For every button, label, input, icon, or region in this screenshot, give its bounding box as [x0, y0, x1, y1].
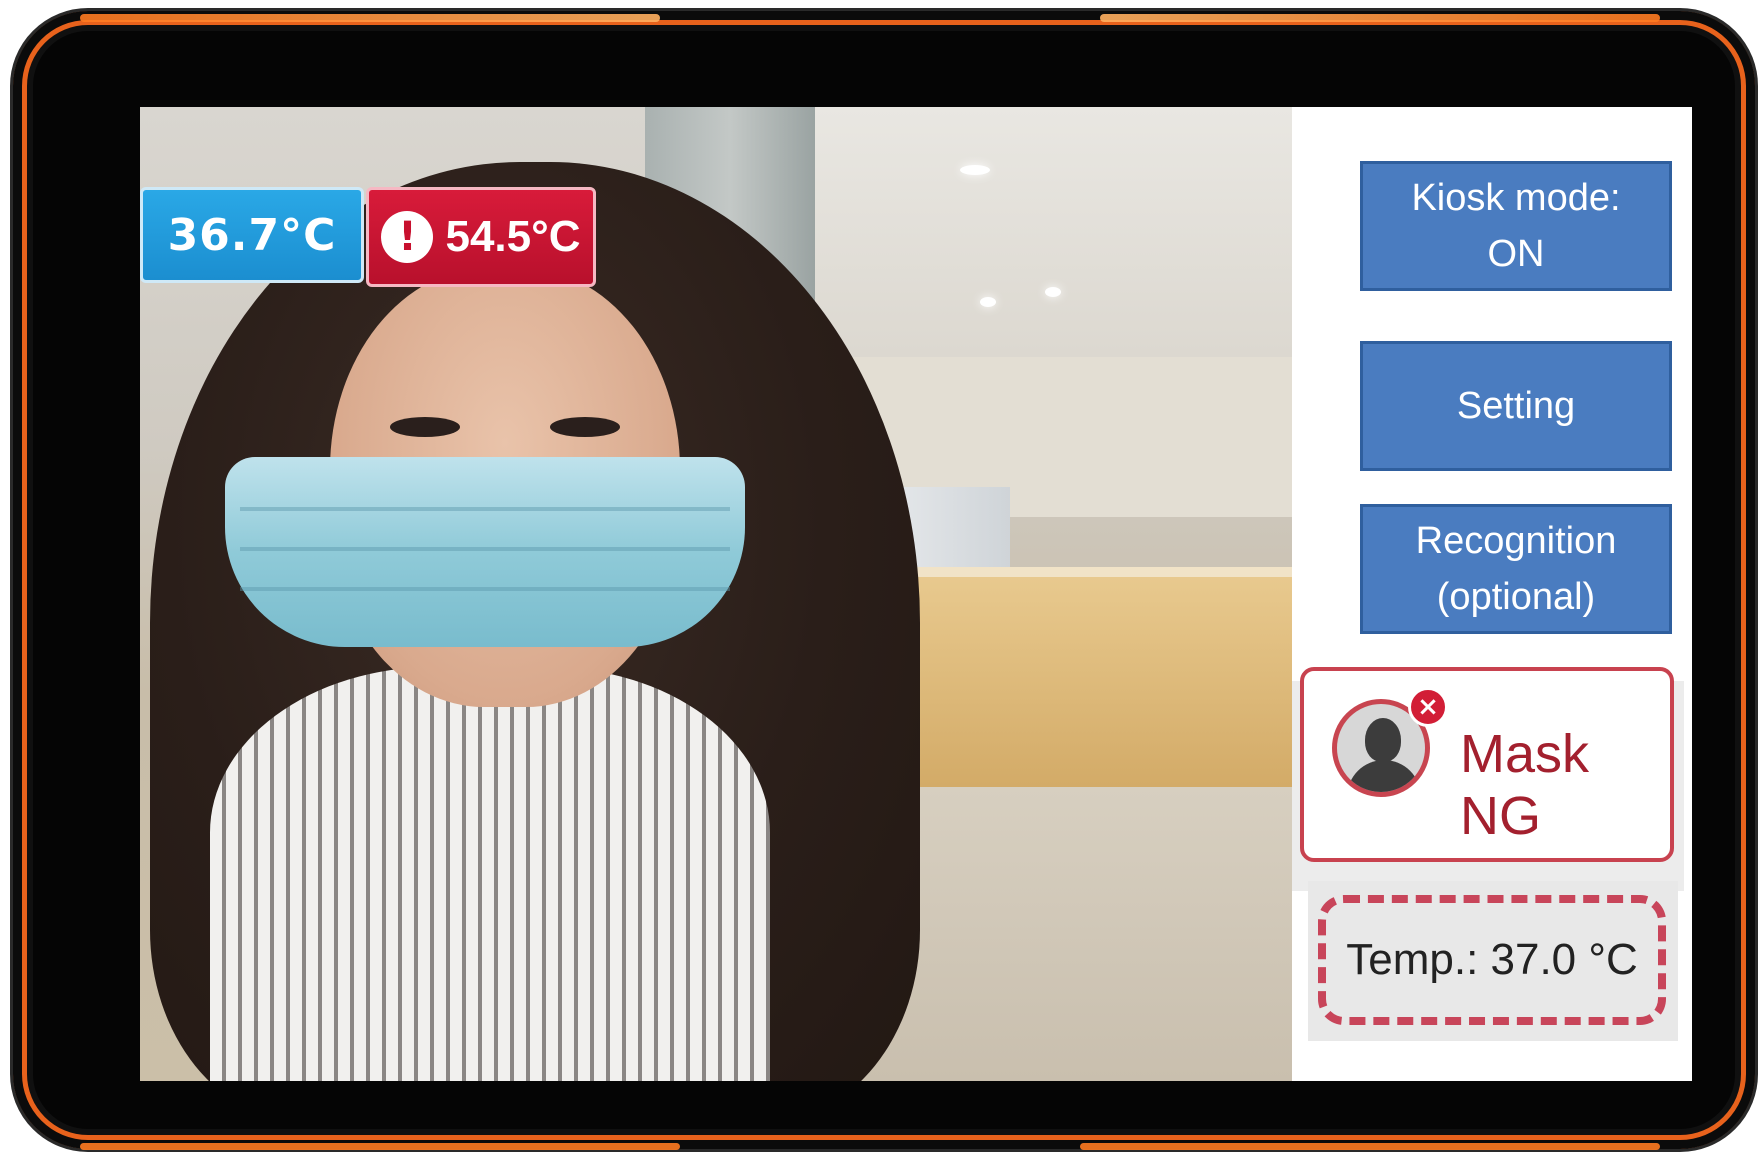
- mask-status-card: × Mask NG: [1300, 667, 1674, 862]
- alert-icon: !: [381, 211, 434, 263]
- person-icon-head: [1365, 718, 1401, 762]
- person-shirt: [210, 667, 770, 1081]
- close-icon: ×: [1408, 687, 1448, 727]
- face-mask: [225, 457, 745, 647]
- side-panel: Kiosk mode: ON Setting Recognition (opti…: [1292, 107, 1692, 1081]
- temperature-normal-value: 36.7°C: [167, 209, 337, 261]
- bezel-glow: [1100, 14, 1660, 22]
- recognition-sublabel: (optional): [1436, 576, 1596, 618]
- bezel-glow: [80, 14, 660, 22]
- person-eye: [550, 417, 620, 437]
- kiosk-mode-state: ON: [1487, 233, 1545, 275]
- recognition-button[interactable]: Recognition (optional): [1360, 504, 1672, 634]
- bezel-glow: [80, 1143, 680, 1150]
- bezel-glow: [1080, 1143, 1660, 1150]
- ceiling-light: [960, 165, 990, 175]
- setting-label: Setting: [1456, 385, 1576, 427]
- camera-feed: 36.7°C ! 54.5°C: [140, 107, 1292, 1081]
- temperature-status-card: Temp.: 37.0 °C: [1318, 895, 1666, 1025]
- temperature-badge-alert: ! 54.5°C: [366, 187, 596, 287]
- ceiling-light: [980, 297, 996, 307]
- kiosk-mode-label: Kiosk mode:: [1411, 177, 1621, 219]
- ceiling-light: [1045, 287, 1061, 297]
- temperature-alert-value: 54.5°C: [445, 212, 581, 261]
- recognition-label: Recognition: [1415, 520, 1617, 562]
- mask-fold: [240, 547, 730, 551]
- mask-fold: [240, 507, 730, 511]
- mask-fold: [240, 587, 730, 591]
- setting-button[interactable]: Setting: [1360, 341, 1672, 471]
- kiosk-mode-button[interactable]: Kiosk mode: ON: [1360, 161, 1672, 291]
- person-icon-body: [1347, 760, 1421, 792]
- temperature-status-label: Temp.: 37.0 °C: [1346, 935, 1638, 984]
- mask-status-label: Mask NG: [1460, 724, 1590, 846]
- person-eye: [390, 417, 460, 437]
- temperature-badge-normal: 36.7°C: [140, 187, 364, 283]
- device-screen: 36.7°C ! 54.5°C Kiosk mode: ON Setting R…: [140, 107, 1692, 1081]
